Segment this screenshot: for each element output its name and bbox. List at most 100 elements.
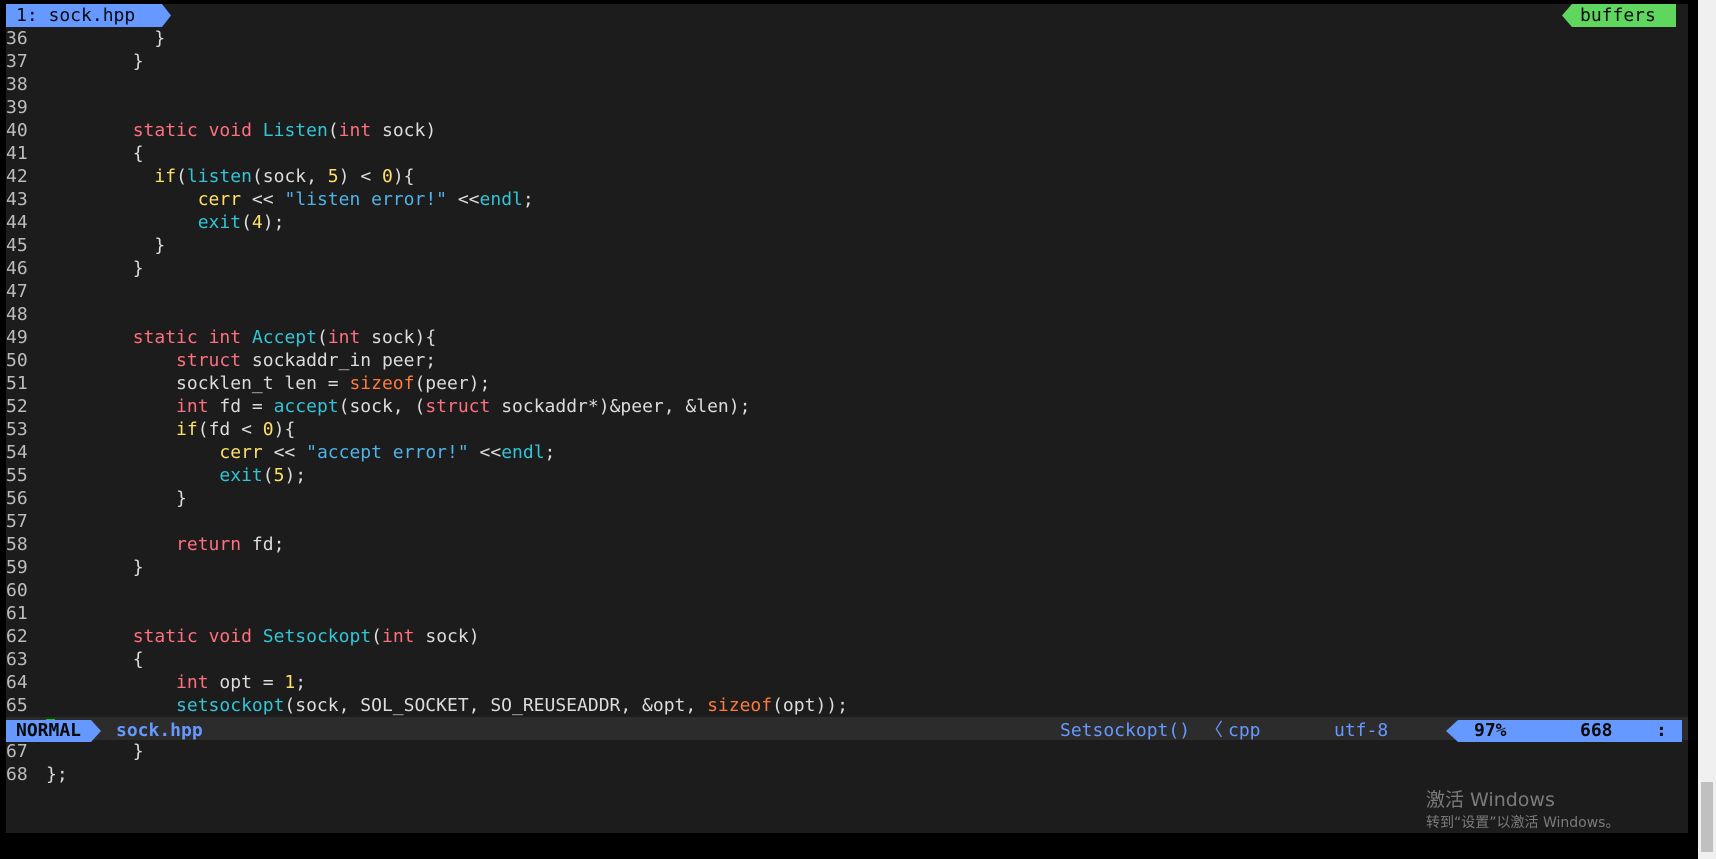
- line-number: 42: [6, 166, 28, 187]
- status-line: 668: [1580, 720, 1613, 741]
- code-line[interactable]: 40 static void Listen(int sock): [6, 119, 1688, 142]
- mode-indicator: NORMAL: [6, 720, 101, 742]
- code-line[interactable]: 45 }: [6, 234, 1688, 257]
- activation-watermark-subtitle: 转到“设置”以激活 Windows。: [1426, 815, 1620, 831]
- code-text: };: [46, 764, 68, 785]
- code-line[interactable]: 49 static int Accept(int sock){: [6, 326, 1688, 349]
- line-number: 60: [6, 580, 28, 601]
- code-text: }: [46, 258, 144, 279]
- activation-watermark-title: 激活 Windows: [1426, 789, 1555, 811]
- code-line[interactable]: 50 struct sockaddr_in peer;: [6, 349, 1688, 372]
- code-line[interactable]: 53 if(fd < 0){: [6, 418, 1688, 441]
- code-text: }: [46, 488, 187, 509]
- status-position: 97% 668 : 1: [1446, 720, 1682, 742]
- code-line[interactable]: 61: [6, 602, 1688, 625]
- code-line[interactable]: 59 }: [6, 556, 1688, 579]
- line-number: 51: [6, 373, 28, 394]
- code-line[interactable]: 67 }: [6, 740, 1688, 763]
- code-text: {: [46, 143, 144, 164]
- code-line[interactable]: 48: [6, 303, 1688, 326]
- code-line[interactable]: 51 socklen_t len = sizeof(peer);: [6, 372, 1688, 395]
- line-number: 52: [6, 396, 28, 417]
- statusline: NORMAL sock.hpp Setsockopt() 〈 cpp utf-8…: [6, 720, 1688, 742]
- line-number: 47: [6, 281, 28, 302]
- code-line[interactable]: 63 {: [6, 648, 1688, 671]
- code-line[interactable]: 57: [6, 510, 1688, 533]
- window-frame: 1: sock.hpp buffers 36 } 37 } 38 39 40 stati…: [0, 0, 1716, 859]
- code-text: }: [46, 28, 166, 49]
- code-text: }: [46, 51, 144, 72]
- line-number: 46: [6, 258, 28, 279]
- line-number: 68: [6, 764, 28, 785]
- code-line[interactable]: 39: [6, 96, 1688, 119]
- vim-terminal[interactable]: 1: sock.hpp buffers 36 } 37 } 38 39 40 stati…: [6, 4, 1688, 833]
- code-line[interactable]: 52 int fd = accept(sock, (struct sockadd…: [6, 395, 1688, 418]
- code-text: if(listen(sock, 5) < 0){: [154, 166, 415, 187]
- code-line[interactable]: 60: [6, 579, 1688, 602]
- code-text: }: [46, 741, 144, 762]
- code-line[interactable]: 47: [6, 280, 1688, 303]
- code-line[interactable]: 43 cerr << "listen error!" <<endl;: [6, 188, 1688, 211]
- code-line[interactable]: 46 }: [6, 257, 1688, 280]
- buffers-indicator: buffers: [1562, 4, 1676, 27]
- code-line[interactable]: 54 cerr << "accept error!" <<endl;: [6, 441, 1688, 464]
- code-line[interactable]: 41 {: [6, 142, 1688, 165]
- line-number: 57: [6, 511, 28, 532]
- scrollbar-thumb[interactable]: [1701, 782, 1713, 852]
- code-line[interactable]: 65 setsockopt(sock, SOL_SOCKET, SO_REUSE…: [6, 694, 1688, 717]
- line-number: 54: [6, 442, 28, 463]
- code-text: return fd;: [176, 534, 285, 555]
- code-line[interactable]: 58 return fd;: [6, 533, 1688, 556]
- code-editor[interactable]: 36 } 37 } 38 39 40 static void Listen(int so…: [6, 27, 1688, 786]
- line-number: 62: [6, 626, 28, 647]
- line-number: 40: [6, 120, 28, 141]
- line-number: 63: [6, 649, 28, 670]
- line-number: 49: [6, 327, 28, 348]
- line-number: 61: [6, 603, 28, 624]
- code-line[interactable]: 42 if(listen(sock, 5) < 0){: [6, 165, 1688, 188]
- code-text: static int Accept(int sock){: [132, 327, 437, 348]
- status-encoding: utf-8: [1334, 720, 1389, 741]
- code-text: static void Setsockopt(int sock): [132, 626, 480, 647]
- status-function: Setsockopt(): [1060, 720, 1191, 741]
- scrollbar-track[interactable]: [1698, 0, 1716, 859]
- line-number: 45: [6, 235, 28, 256]
- code-text: if(fd < 0){: [176, 419, 296, 440]
- code-line[interactable]: 68};: [6, 763, 1688, 786]
- line-number: 59: [6, 557, 28, 578]
- code-text: }: [46, 557, 144, 578]
- line-number: 44: [6, 212, 28, 233]
- code-text: {: [46, 649, 144, 670]
- status-separator-icon: 〈: [1205, 720, 1223, 741]
- code-line[interactable]: 38: [6, 73, 1688, 96]
- code-text: cerr << "listen error!" <<endl;: [197, 189, 534, 210]
- tab-sock-hpp[interactable]: 1: sock.hpp: [6, 4, 171, 27]
- code-line[interactable]: 56 }: [6, 487, 1688, 510]
- line-number: 65: [6, 695, 28, 716]
- status-filetype: cpp: [1228, 720, 1261, 741]
- line-number: 38: [6, 74, 28, 95]
- tabline: 1: sock.hpp buffers: [6, 4, 1688, 27]
- line-number: 43: [6, 189, 28, 210]
- code-line[interactable]: 37 }: [6, 50, 1688, 73]
- code-text: cerr << "accept error!" <<endl;: [219, 442, 556, 463]
- code-line[interactable]: 44 exit(4);: [6, 211, 1688, 234]
- line-number: 64: [6, 672, 28, 693]
- line-number: 56: [6, 488, 28, 509]
- code-text: setsockopt(sock, SOL_SOCKET, SO_REUSEADD…: [176, 695, 848, 716]
- code-line[interactable]: 36 }: [6, 27, 1688, 50]
- line-number: 48: [6, 304, 28, 325]
- line-number: 53: [6, 419, 28, 440]
- line-number: 58: [6, 534, 28, 555]
- code-text: exit(5);: [219, 465, 307, 486]
- line-number: 67: [6, 741, 28, 762]
- code-text: int opt = 1;: [176, 672, 307, 693]
- code-line[interactable]: 55 exit(5);: [6, 464, 1688, 487]
- status-filename: sock.hpp: [116, 720, 203, 741]
- code-text: static void Listen(int sock): [132, 120, 437, 141]
- line-number: 50: [6, 350, 28, 371]
- line-number: 41: [6, 143, 28, 164]
- code-text: struct sockaddr_in peer;: [176, 350, 437, 371]
- code-line[interactable]: 62 static void Setsockopt(int sock): [6, 625, 1688, 648]
- code-line[interactable]: 64 int opt = 1;: [6, 671, 1688, 694]
